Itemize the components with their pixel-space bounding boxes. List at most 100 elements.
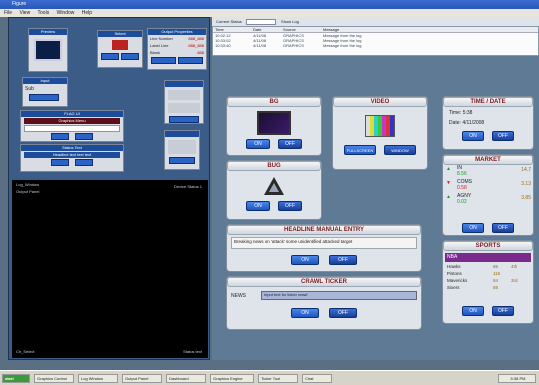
log-cell: 4/11/08	[253, 43, 267, 48]
market-down-icon: ▼	[446, 180, 451, 186]
sports-team: Mavericks	[447, 278, 468, 283]
taskbar: start Graphics Control Log Window Output…	[0, 370, 539, 385]
bg-off-button[interactable]: OFF	[278, 139, 302, 149]
bg-on-button[interactable]: ON	[246, 139, 270, 149]
video-fullscreen-button[interactable]: FULLSCREEN	[344, 145, 376, 155]
log-col-date: Date	[253, 27, 262, 32]
crawl-panel: CRAWL TICKER NEWS Input text for ticker …	[226, 276, 422, 330]
log-label-2: Output Panel	[16, 189, 40, 194]
headline-on-button[interactable]: ON	[291, 255, 319, 265]
sports-score: 88	[493, 285, 499, 290]
aux-window	[164, 80, 204, 124]
prop-val-2: 888_888	[188, 43, 204, 48]
prop-key-2: Label Line	[150, 43, 169, 48]
headline-off-button[interactable]: OFF	[329, 255, 357, 265]
window-title-bar: Figure	[0, 0, 539, 9]
time-label: Time:	[449, 110, 462, 116]
sports-period: 3rd	[511, 278, 518, 283]
time-date-title: TIME / DATE	[443, 97, 533, 107]
device-status-label: Device Status 1	[173, 184, 202, 189]
date-label: Date:	[449, 120, 461, 126]
sports-off-button[interactable]: OFF	[492, 306, 514, 316]
sports-league-select[interactable]: NBA	[445, 253, 531, 262]
taskbar-item[interactable]: Graphics Control	[34, 374, 74, 383]
crawl-label: NEWS	[231, 292, 246, 299]
flag-input[interactable]	[24, 125, 120, 132]
market-change: 8.56	[457, 171, 467, 177]
taskbar-item[interactable]: Dashboard	[166, 374, 206, 383]
market-on-button[interactable]: ON	[462, 223, 484, 233]
log-filter-label: Current Status	[216, 19, 242, 24]
taskbar-item[interactable]: Output Panel	[122, 374, 162, 383]
sports-on-button[interactable]: ON	[462, 306, 484, 316]
aux2-title	[165, 131, 199, 137]
select-button-a[interactable]	[101, 53, 119, 60]
sports-panel: SPORTS NBA Hawks 86 4th Pistons 115 Maveric…	[442, 240, 534, 324]
log-row[interactable]: 10:33:40 4/11/08 GRAPHICS Message from the …	[213, 43, 538, 48]
menu-window[interactable]: Window	[57, 10, 75, 16]
status-text-window: Status Text Headline text text text	[20, 144, 124, 172]
time-off-button[interactable]: OFF	[492, 131, 514, 141]
crawl-text-input[interactable]: Input text for ticker crawl	[261, 291, 417, 300]
aux2-field[interactable]	[168, 140, 196, 154]
bug-on-button[interactable]: ON	[246, 201, 270, 211]
prop-button-a[interactable]	[151, 57, 176, 64]
log-filter-select[interactable]	[245, 18, 276, 25]
time-on-button[interactable]: ON	[462, 131, 484, 141]
select-window: Select	[97, 30, 143, 68]
market-off-button[interactable]: OFF	[492, 223, 514, 233]
flag-title: FLAG UI	[21, 111, 123, 117]
video-colorbars-icon	[365, 115, 395, 137]
menu-file[interactable]: File	[4, 10, 12, 16]
sports-row: Pistons 115	[443, 271, 533, 278]
market-row: ▲ AGNY 0.02 3.85	[443, 193, 533, 207]
flag-on-button[interactable]	[51, 133, 69, 140]
input-button[interactable]	[29, 94, 59, 101]
menu-view[interactable]: View	[19, 10, 30, 16]
headline-text-input[interactable]: Breaking news on 'attack' some unidentif…	[231, 237, 417, 249]
sports-period: 4th	[511, 264, 518, 269]
flag-off-button[interactable]	[75, 133, 93, 140]
output-properties-window: Output Properties Line Number 888_888 Lab…	[147, 28, 207, 70]
aux-title	[165, 81, 203, 87]
bg-title: BG	[227, 97, 321, 107]
prop-button-b[interactable]	[178, 57, 203, 64]
menu-help[interactable]: Help	[82, 10, 92, 16]
log-filter-value[interactable]: Show Log	[281, 19, 299, 24]
footer-right-label: Status text	[183, 349, 202, 354]
status-off-button[interactable]	[75, 159, 93, 166]
taskbar-item[interactable]: Chat	[302, 374, 332, 383]
input-window: Input Sub	[22, 77, 68, 107]
preview-title: Preview	[29, 29, 67, 35]
headline-title: HEADLINE MANUAL ENTRY	[227, 225, 421, 235]
log-filter-bar: Current Status Show Log	[212, 17, 539, 26]
date-row: Date: 4/11/2008	[443, 119, 533, 127]
aux-field-2[interactable]	[168, 103, 200, 113]
taskbar-item[interactable]: Log Window	[78, 374, 118, 383]
flag-window: FLAG UI Graphics Menu	[20, 110, 124, 142]
aux-button[interactable]	[169, 116, 199, 123]
status-on-button[interactable]	[51, 159, 69, 166]
crawl-title: CRAWL TICKER	[227, 277, 421, 287]
video-window-button[interactable]: WINDOW	[384, 145, 416, 155]
window-title: Figure	[12, 1, 27, 7]
menu-tools[interactable]: Tools	[38, 10, 50, 16]
date-value: 4/11/2008	[462, 120, 485, 126]
headline-panel: HEADLINE MANUAL ENTRY Breaking news on '…	[226, 224, 422, 272]
crawl-off-button[interactable]: OFF	[329, 308, 357, 318]
start-button[interactable]: start	[2, 374, 30, 383]
bug-off-button[interactable]: OFF	[278, 201, 302, 211]
log-col-time: Time	[215, 27, 224, 32]
sports-team: Hawks	[447, 264, 461, 269]
taskbar-item[interactable]: Ticker Tool	[258, 374, 298, 383]
crawl-on-button[interactable]: ON	[291, 308, 319, 318]
prop-key-1: Line Number	[150, 36, 173, 41]
sports-score: 86	[493, 264, 499, 269]
time-row: Time: 5:38	[443, 107, 533, 119]
aux-field-1[interactable]	[168, 90, 200, 100]
taskbar-item[interactable]: Graphics Engine	[210, 374, 254, 383]
aux2-button[interactable]	[169, 157, 195, 164]
market-value: 3.85	[521, 195, 531, 201]
select-button-b[interactable]	[121, 53, 139, 60]
market-row: ▼ COMS 0.58 3.13	[443, 179, 533, 193]
